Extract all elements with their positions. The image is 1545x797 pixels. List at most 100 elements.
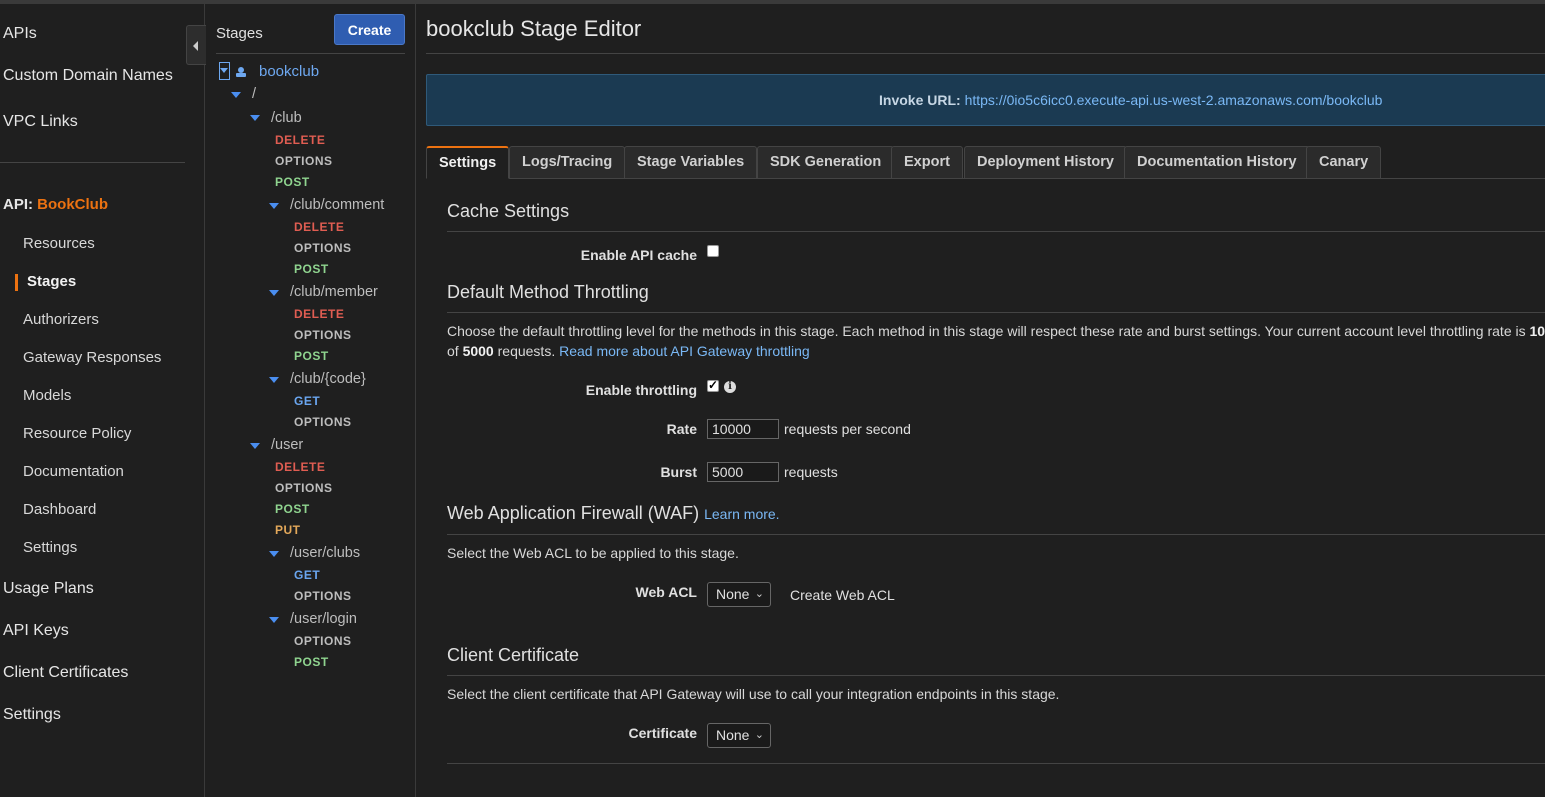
method-put[interactable]: PUT [275,523,301,537]
tab-canary[interactable]: Canary [1306,146,1382,179]
burst-input[interactable] [707,462,779,482]
burst-unit: requests [784,464,838,480]
method-post[interactable]: POST [294,262,329,276]
method-options[interactable]: OPTIONS [294,634,352,648]
api-name[interactable]: BookClub [37,196,108,213]
caret-down-icon[interactable] [269,203,279,209]
nav-dashboard[interactable]: Dashboard [23,501,96,518]
enable-api-cache-checkbox[interactable] [707,245,719,257]
collapse-sidebar-button[interactable] [186,25,206,65]
certificate-description: Select the client certificate that API G… [447,686,1060,702]
invoke-url-banner: Invoke URL: https://0io5c6icc0.execute-a… [426,74,1545,126]
enable-throttling-checkbox[interactable] [707,378,719,392]
method-post[interactable]: POST [275,502,310,516]
nav-api-settings[interactable]: Settings [23,539,77,556]
tree-path-club-code[interactable]: /club/{code} [290,371,366,387]
caret-down-icon[interactable] [250,115,260,121]
tree-path-user-login[interactable]: /user/login [290,611,357,627]
stage-editor: bookclub Stage Editor Invoke URL: https:… [416,4,1545,797]
caret-down-icon[interactable] [250,443,260,449]
nav-vpc-links[interactable]: VPC Links [3,113,78,131]
method-get[interactable]: GET [294,394,320,408]
section-divider [447,534,1545,535]
stage-collapse-toggle[interactable] [219,62,230,80]
nav-usage-plans[interactable]: Usage Plans [3,580,94,598]
method-options[interactable]: OPTIONS [275,154,333,168]
web-acl-select[interactable]: None ⌄ [707,582,771,607]
method-delete[interactable]: DELETE [294,307,344,321]
nav-resource-policy[interactable]: Resource Policy [23,425,131,442]
section-divider [447,675,1545,676]
stages-title: Stages [216,25,263,42]
method-options[interactable]: OPTIONS [294,328,352,342]
method-options[interactable]: OPTIONS [275,481,333,495]
web-acl-label: Web ACL [635,584,697,600]
tree-path-user-clubs[interactable]: /user/clubs [290,545,360,561]
burst-label: Burst [660,464,697,480]
waf-learn-more-link[interactable]: Learn more. [704,506,779,522]
rate-input[interactable] [707,419,779,439]
waf-description: Select the Web ACL to be applied to this… [447,545,739,561]
nav-stages[interactable]: Stages [27,273,76,290]
tree-path-club-member[interactable]: /club/member [290,284,378,300]
caret-down-icon[interactable] [231,92,241,98]
create-stage-button[interactable]: Create [334,14,405,45]
tree-divider [216,53,405,54]
method-delete[interactable]: DELETE [275,133,325,147]
certificate-select[interactable]: None ⌄ [707,723,771,748]
caret-down-icon[interactable] [269,617,279,623]
method-post[interactable]: POST [275,175,310,189]
info-icon[interactable]: i [724,381,736,393]
caret-down-icon[interactable] [269,377,279,383]
invoke-url-link[interactable]: https://0io5c6icc0.execute-api.us-west-2… [965,92,1383,108]
api-title: API: BookClub [3,196,108,213]
tab-stage-variables[interactable]: Stage Variables [624,146,758,179]
throttling-description-line2: of 5000 requests. Read more about API Ga… [447,341,810,361]
tab-sdk-generation[interactable]: SDK Generation [757,146,895,179]
method-delete[interactable]: DELETE [294,220,344,234]
read-more-throttling-link[interactable]: Read more about API Gateway throttling [559,343,810,359]
section-divider [447,312,1545,313]
tree-path-club[interactable]: /club [271,110,302,126]
tab-logs-tracing[interactable]: Logs/Tracing [509,146,626,179]
nav-custom-domain-names[interactable]: Custom Domain Names [3,67,173,85]
nav-models[interactable]: Models [23,387,71,404]
stage-name[interactable]: bookclub [259,63,319,80]
nav-apis[interactable]: APIs [3,25,37,43]
tree-root[interactable]: / [252,86,256,102]
nav-documentation[interactable]: Documentation [23,463,124,480]
nav-authorizers[interactable]: Authorizers [23,311,99,328]
tab-documentation-history[interactable]: Documentation History [1124,146,1310,179]
throttling-desc-of: of [447,343,459,359]
method-delete[interactable]: DELETE [275,460,325,474]
waf-title-text: Web Application Firewall (WAF) [447,503,700,523]
waf-title: Web Application Firewall (WAF) Learn mor… [447,503,780,524]
tab-export[interactable]: Export [891,146,963,179]
method-post[interactable]: POST [294,349,329,363]
stage-icon [236,67,246,77]
nav-client-certificates[interactable]: Client Certificates [3,664,128,682]
tree-path-club-comment[interactable]: /club/comment [290,197,384,213]
method-options[interactable]: OPTIONS [294,415,352,429]
nav-settings[interactable]: Settings [3,706,61,724]
method-options[interactable]: OPTIONS [294,241,352,255]
tree-path-user[interactable]: /user [271,437,303,453]
caret-down-icon[interactable] [269,290,279,296]
nav-resources[interactable]: Resources [23,235,95,252]
rate-unit: requests per second [784,421,911,437]
method-get[interactable]: GET [294,568,320,582]
nav-api-keys[interactable]: API Keys [3,622,69,640]
throttling-desc-requests: requests. [497,343,556,359]
account-rate: 10 [1529,323,1545,339]
active-indicator [15,274,18,291]
tab-deployment-history[interactable]: Deployment History [964,146,1127,179]
method-options[interactable]: OPTIONS [294,589,352,603]
create-web-acl-link[interactable]: Create Web ACL [790,587,895,603]
method-post[interactable]: POST [294,655,329,669]
caret-down-icon[interactable] [269,551,279,557]
tab-settings[interactable]: Settings [426,146,510,179]
account-burst: 5000 [462,343,494,359]
enable-api-cache-label: Enable API cache [580,247,697,263]
nav-gateway-responses[interactable]: Gateway Responses [23,349,161,366]
invoke-url-label: Invoke URL: [879,92,961,108]
